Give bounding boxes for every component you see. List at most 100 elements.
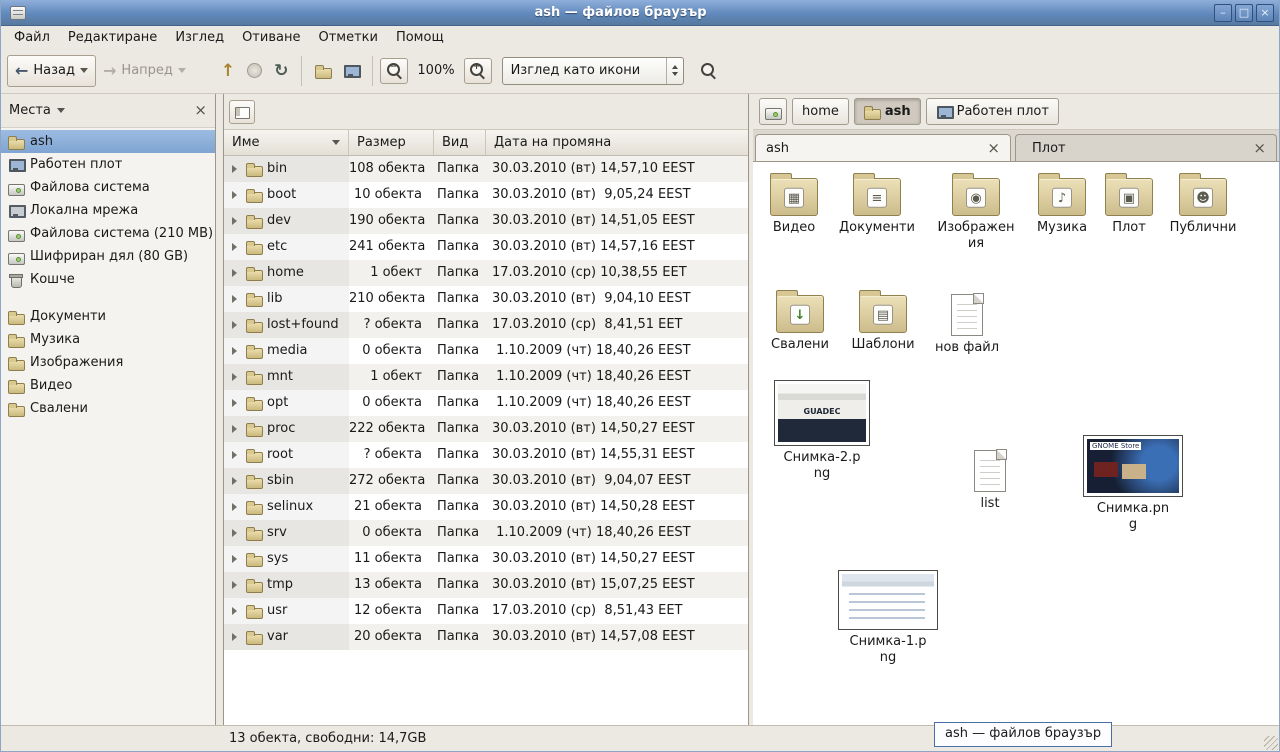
table-row[interactable]: mnt1 обектПапка 1.10.2009 (чт) 18,40,26 …	[224, 364, 748, 390]
menu-item-Помощ[interactable]: Помощ	[387, 28, 453, 47]
back-history-caret-icon[interactable]	[80, 68, 88, 77]
menu-item-Отиване[interactable]: Отиване	[233, 28, 309, 47]
expander-icon[interactable]	[232, 269, 241, 277]
icon-item-нов файл[interactable]: нов файл	[925, 292, 1009, 356]
menu-item-Файл[interactable]: Файл	[5, 28, 59, 47]
sidebar-item-Видео[interactable]: Видео	[1, 374, 215, 397]
path-button-ash[interactable]: ash	[854, 98, 921, 125]
table-row[interactable]: bin108 обектаПапка30.03.2010 (вт) 14,57,…	[224, 156, 748, 182]
expander-icon[interactable]	[232, 529, 241, 537]
expander-icon[interactable]	[232, 165, 241, 173]
tab-ash[interactable]: ash ×	[755, 134, 1011, 161]
path-button-desktop[interactable]: Работен плот	[926, 98, 1059, 125]
icon-item-Снимка-1.png[interactable]: Снимка-1.png	[833, 570, 943, 665]
table-row[interactable]: sbin272 обектаПапка30.03.2010 (вт) 9,04,…	[224, 468, 748, 494]
sidebar-selector-caret-icon[interactable]	[57, 108, 65, 117]
expander-icon[interactable]	[232, 425, 241, 433]
table-row[interactable]: lib210 обектаПапка30.03.2010 (вт) 9,04,1…	[224, 286, 748, 312]
expander-icon[interactable]	[232, 243, 241, 251]
icon-view[interactable]: ▦Видео≡Документи◉Изображения♪Музика▣Плот…	[753, 162, 1279, 725]
expander-icon[interactable]	[232, 581, 241, 589]
tab-close-icon[interactable]: ×	[1253, 141, 1266, 156]
sidebar-item-Свалени[interactable]: Свалени	[1, 397, 215, 420]
menu-item-Отметки[interactable]: Отметки	[309, 28, 386, 47]
icon-item-Снимка-2.png[interactable]: GUADECСнимка-2.png	[767, 380, 877, 481]
expander-icon[interactable]	[232, 477, 241, 485]
table-row[interactable]: sys11 обектаПапка30.03.2010 (вт) 14,50,2…	[224, 546, 748, 572]
table-row[interactable]: tmp13 обектаПапка30.03.2010 (вт) 15,07,2…	[224, 572, 748, 598]
column-header-kind[interactable]: Вид	[434, 130, 486, 155]
table-row[interactable]: home1 обектПапка17.03.2010 (ср) 10,38,55…	[224, 260, 748, 286]
icon-item-list[interactable]: list	[948, 448, 1032, 512]
sidebar-item-Файлова система[interactable]: Файлова система	[1, 176, 215, 199]
expander-icon[interactable]	[232, 321, 241, 329]
icon-item-Свалени[interactable]: ↓Свалени	[758, 290, 842, 353]
stop-button[interactable]	[241, 55, 268, 87]
table-row[interactable]: etc241 обектаПапка30.03.2010 (вт) 14,57,…	[224, 234, 748, 260]
sidebar-item-Работен плот[interactable]: Работен плот	[1, 153, 215, 176]
zoom-out-button[interactable]: −	[380, 58, 408, 84]
sidebar-item-Изображения[interactable]: Изображения	[1, 351, 215, 374]
icon-item-Документи[interactable]: ≡Документи	[835, 173, 919, 236]
expander-icon[interactable]	[232, 607, 241, 615]
close-button[interactable]: ×	[1256, 4, 1274, 22]
expander-icon[interactable]	[232, 555, 241, 563]
table-row[interactable]: var20 обектаПапка30.03.2010 (вт) 14,57,0…	[224, 624, 748, 650]
tab-close-icon[interactable]: ×	[987, 141, 1000, 156]
icon-item-Шаблони[interactable]: ▤Шаблони	[841, 290, 925, 353]
icon-item-Плот[interactable]: ▣Плот	[1087, 173, 1171, 236]
icon-item-Публични[interactable]: ☻Публични	[1161, 173, 1245, 236]
table-row[interactable]: boot10 обектаПапка30.03.2010 (вт) 9,05,2…	[224, 182, 748, 208]
tab-plot[interactable]: Плот ×	[1015, 134, 1277, 161]
back-button[interactable]: ← Назад	[7, 55, 96, 87]
table-row[interactable]: usr12 обектаПапка17.03.2010 (ср) 8,51,43…	[224, 598, 748, 624]
search-button[interactable]	[694, 55, 723, 87]
table-row[interactable]: lost+found? обектаПапка17.03.2010 (ср) 8…	[224, 312, 748, 338]
sidebar-item-ash[interactable]: ash	[1, 130, 215, 153]
pane-location-button[interactable]	[229, 100, 255, 124]
forward-button[interactable]: → Напред	[96, 55, 193, 87]
reload-button[interactable]: ↻	[268, 55, 294, 87]
expander-icon[interactable]	[232, 217, 241, 225]
view-mode-spinner[interactable]	[666, 58, 683, 84]
expander-icon[interactable]	[232, 191, 241, 199]
table-row[interactable]: dev190 обектаПапка30.03.2010 (вт) 14,51,…	[224, 208, 748, 234]
minimize-button[interactable]: –	[1214, 4, 1232, 22]
maximize-button[interactable]: □	[1235, 4, 1253, 22]
sidebar-close-icon[interactable]: ×	[194, 103, 207, 118]
view-mode-select[interactable]: Изглед като икони	[502, 57, 684, 85]
menu-item-Изглед[interactable]: Изглед	[166, 28, 233, 47]
resize-grip[interactable]	[1264, 736, 1278, 750]
sidebar-item-Музика[interactable]: Музика	[1, 328, 215, 351]
expander-icon[interactable]	[232, 451, 241, 459]
expander-icon[interactable]	[232, 399, 241, 407]
path-button-home[interactable]: home	[792, 98, 849, 125]
column-header-date[interactable]: Дата на промяна	[486, 130, 748, 155]
menu-item-Редактиране[interactable]: Редактиране	[59, 28, 166, 47]
table-row[interactable]: opt0 обектаПапка 1.10.2009 (чт) 18,40,26…	[224, 390, 748, 416]
sidebar-item-Файлова система (210 MB)[interactable]: Файлова система (210 MB)	[1, 222, 215, 245]
expander-icon[interactable]	[232, 633, 241, 641]
computer-button[interactable]	[337, 55, 365, 87]
table-row[interactable]: selinux21 обектаПапка30.03.2010 (вт) 14,…	[224, 494, 748, 520]
home-button[interactable]	[309, 55, 337, 87]
path-root-button[interactable]	[759, 98, 787, 125]
zoom-in-button[interactable]: +	[464, 58, 492, 84]
sidebar-item-Документи[interactable]: Документи	[1, 305, 215, 328]
expander-icon[interactable]	[232, 295, 241, 303]
table-row[interactable]: root? обектаПапка30.03.2010 (вт) 14,55,3…	[224, 442, 748, 468]
table-row[interactable]: proc222 обектаПапка30.03.2010 (вт) 14,50…	[224, 416, 748, 442]
column-header-size[interactable]: Размер	[349, 130, 434, 155]
up-button[interactable]: ↑	[215, 55, 241, 87]
sidebar-item-Локална мрежа[interactable]: Локална мрежа	[1, 199, 215, 222]
icon-item-Изображения[interactable]: ◉Изображения	[934, 173, 1018, 251]
icon-item-Видео[interactable]: ▦Видео	[753, 173, 836, 236]
table-row[interactable]: media0 обектаПапка 1.10.2009 (чт) 18,40,…	[224, 338, 748, 364]
expander-icon[interactable]	[232, 347, 241, 355]
titlebar[interactable]: ash — файлов браузър – □ ×	[1, 0, 1279, 26]
icon-item-Снимка.png[interactable]: GNOME StoreСнимка.png	[1078, 435, 1188, 532]
column-header-name[interactable]: Име	[224, 130, 349, 155]
sidebar-item-Шифриран дял (80 GB)[interactable]: Шифриран дял (80 GB)	[1, 245, 215, 268]
table-row[interactable]: srv0 обектаПапка 1.10.2009 (чт) 18,40,26…	[224, 520, 748, 546]
expander-icon[interactable]	[232, 503, 241, 511]
